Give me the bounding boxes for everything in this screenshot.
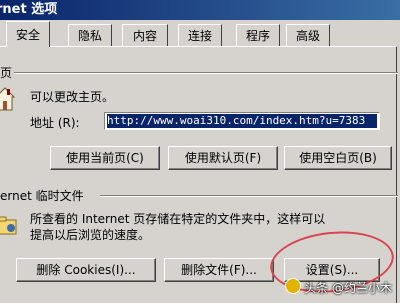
- tab-programs[interactable]: 程序: [236, 24, 280, 46]
- tab-privacy[interactable]: 隐私: [68, 24, 112, 46]
- use-current-page-button[interactable]: 使用当前页(C): [50, 146, 160, 170]
- tab-security[interactable]: 安全: [6, 21, 50, 47]
- tab-strip: 安全 隐私 内容 连接 程序 高级: [0, 21, 400, 47]
- address-label: 地址 (R):: [30, 116, 80, 130]
- delete-files-button[interactable]: 删除文件(F)...: [164, 258, 274, 282]
- temp-files-group-title: ernet 临时文件: [0, 187, 86, 204]
- window-title: rnet 选项: [0, 2, 58, 17]
- homepage-address-input[interactable]: http://www.woai310.com/index.htm?u=7383: [104, 112, 380, 130]
- tab-content[interactable]: 内容: [122, 24, 168, 46]
- temp-files-folder-icon: [0, 216, 17, 235]
- homepage-description: 可以更改主页。: [30, 90, 115, 104]
- use-blank-page-button[interactable]: 使用空白页(B): [284, 146, 392, 170]
- delete-cookies-button[interactable]: 删除 Cookies(I)...: [16, 258, 156, 282]
- homepage-group-divider: [12, 72, 398, 74]
- temp-files-description-line2: 提高以后浏览的速度。: [30, 228, 151, 242]
- tab-connections[interactable]: 连接: [178, 24, 222, 46]
- tab-advanced[interactable]: 高级: [286, 24, 330, 46]
- temp-files-group-divider: [100, 195, 398, 197]
- address-value: http://www.woai310.com/index.htm?u=7383: [107, 114, 377, 128]
- temp-files-description-line1: 所查看的 Internet 页存储在特定的文件夹中，这样可以: [30, 212, 326, 226]
- home-icon: [0, 87, 16, 111]
- homepage-group-title: 页: [0, 64, 15, 81]
- window-title-bar[interactable]: rnet 选项: [0, 0, 400, 20]
- use-default-page-button[interactable]: 使用默认页(F): [168, 146, 278, 170]
- watermark-text: 头条 @约兰小木: [304, 281, 392, 295]
- watermark: 头条 @约兰小木: [285, 278, 392, 296]
- watermark-logo-icon: [285, 278, 302, 294]
